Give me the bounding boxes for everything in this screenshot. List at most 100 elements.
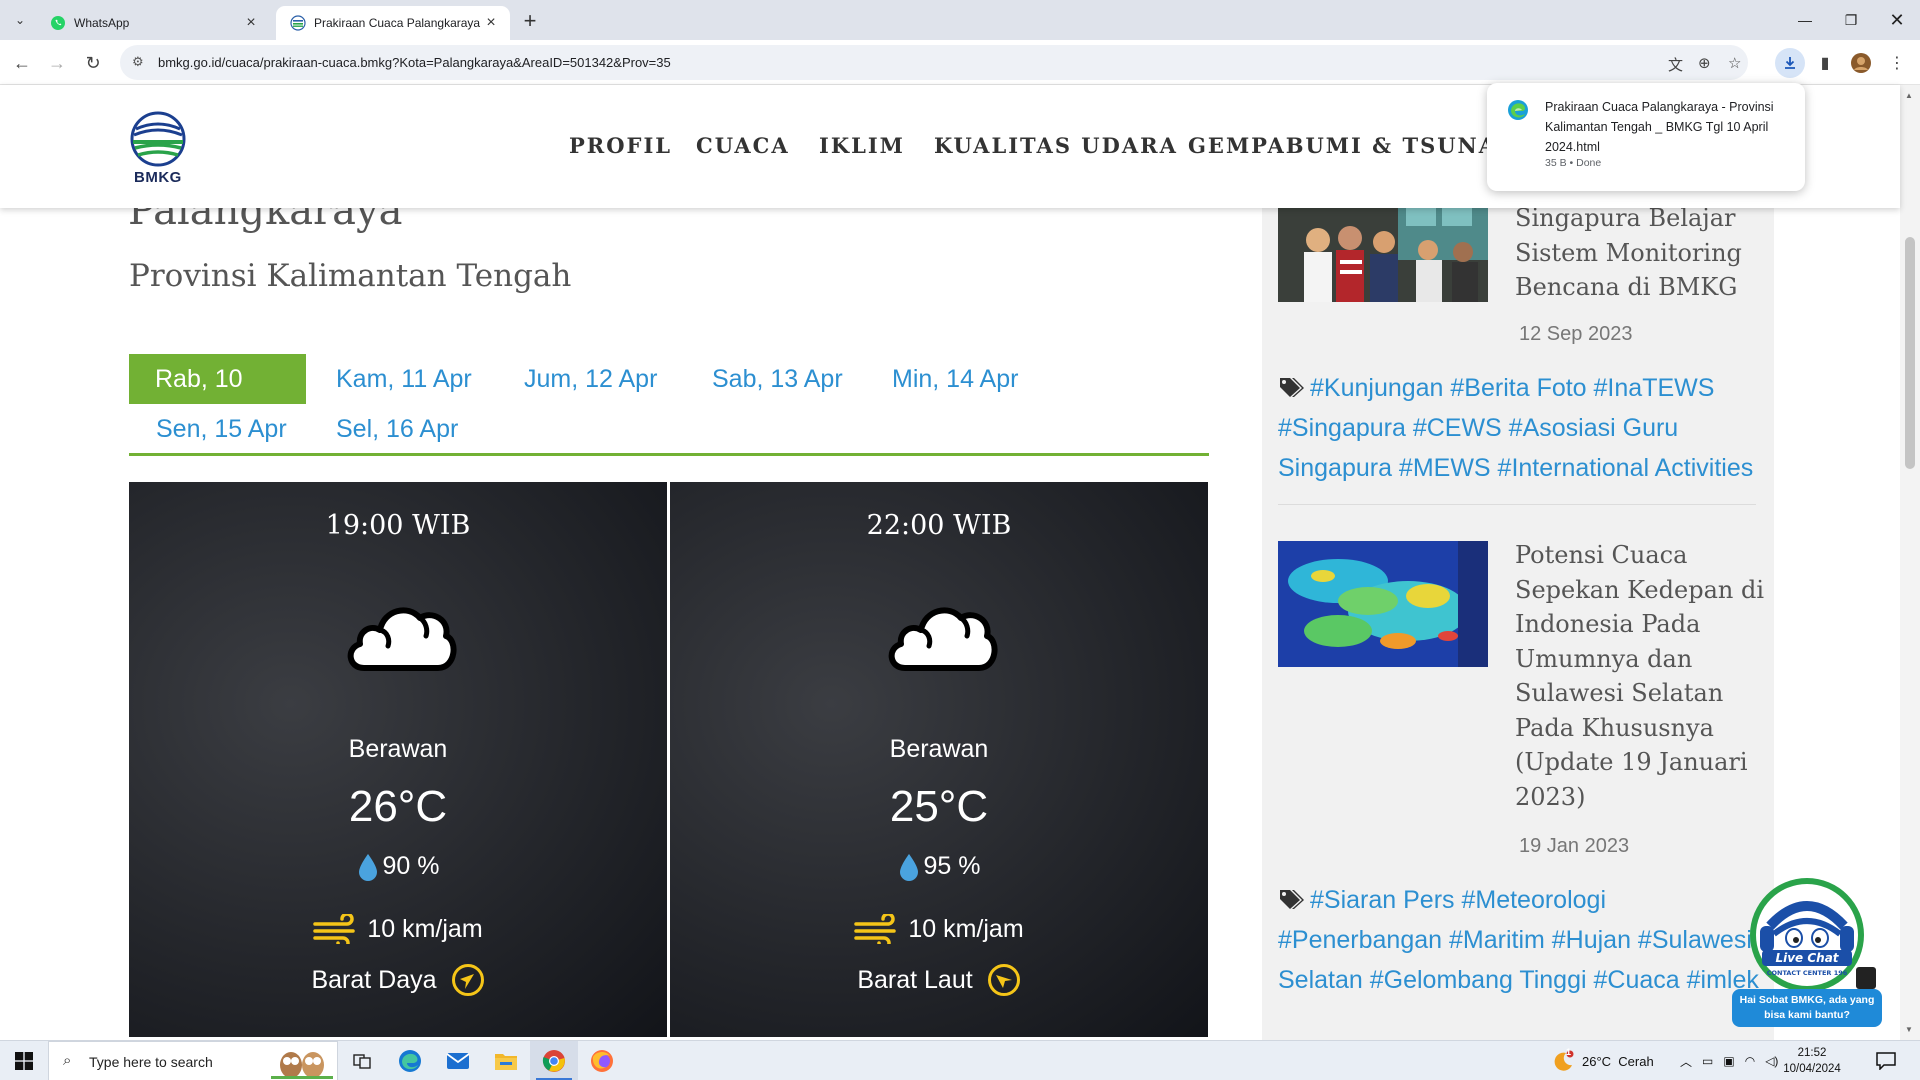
sidebar: Singapura Belajar Sistem Monitoring Benc… — [1262, 200, 1774, 1040]
live-chat-bubble[interactable]: Hai Sobat BMKG, ada yang bisa kami bantu… — [1732, 989, 1882, 1027]
chrome-app-icon[interactable] — [530, 1041, 578, 1080]
weather-text: 26°C Cerah — [1582, 1053, 1654, 1069]
nav-profil[interactable]: PROFIL — [569, 133, 672, 158]
zoom-icon[interactable]: ⊕ — [1698, 54, 1711, 72]
download-icon[interactable] — [1775, 48, 1805, 78]
translate-icon[interactable]: 文 — [1668, 54, 1683, 75]
profile-avatar[interactable] — [1846, 48, 1876, 78]
compass-arrow-icon — [987, 964, 1020, 996]
day-tab-sel-16-apr[interactable]: Sel, 16 Apr — [310, 404, 484, 454]
minimize-icon[interactable]: — — [1782, 0, 1828, 40]
forecast-temperature: 25°C — [889, 782, 989, 831]
day-tab-min-14-apr[interactable]: Min, 14 Apr — [866, 354, 1044, 404]
live-chat-widget[interactable]: Live Chat CONTACT CENTER 196 Hai Sobat B… — [1732, 876, 1882, 1028]
bookmark-star-icon[interactable]: ☆ — [1728, 54, 1741, 72]
taskbar-clock[interactable]: 21:52 10/04/2024 — [1774, 1045, 1850, 1077]
tags-icon — [1280, 378, 1304, 397]
live-chat-sub: CONTACT CENTER 196 — [1767, 969, 1848, 977]
tab-whatsapp[interactable]: WhatsApp × — [36, 6, 270, 40]
live-chat-close-button[interactable] — [1856, 967, 1876, 989]
bmkg-favicon-icon — [290, 15, 306, 31]
page-scrollbar[interactable]: ▲ ▼ — [1900, 85, 1920, 1040]
article-tags-text[interactable]: #Siaran Pers #Meteorologi #Penerbangan #… — [1278, 886, 1759, 994]
clock-date: 10/04/2024 — [1783, 1063, 1841, 1075]
nav-gempabumi-tsunami[interactable]: GEMPABUMI & TSUNAMI — [1188, 133, 1534, 158]
url-text[interactable]: bmkg.go.id/cuaca/prakiraan-cuaca.bmkg?Ko… — [158, 55, 671, 70]
live-chat-mascot-icon[interactable]: Live Chat CONTACT CENTER 196 — [1748, 876, 1866, 994]
wind-row: 10 km/jam — [670, 914, 1208, 944]
wind-speed: 10 km/jam — [367, 914, 483, 943]
tab-bmkg[interactable]: Prakiraan Cuaca Palangkaraya - × — [276, 6, 510, 40]
humidity-drop-icon — [358, 853, 377, 881]
scrollbar-thumb[interactable] — [1905, 237, 1915, 469]
nav-cuaca[interactable]: CUACA — [696, 133, 790, 158]
cloud-icon — [888, 607, 998, 671]
day-tab-jum-12-apr[interactable]: Jum, 12 Apr — [498, 354, 683, 404]
article-thumbnail[interactable] — [1278, 541, 1488, 667]
weather-alert-count: 1 — [1566, 1047, 1572, 1057]
tab-title: WhatsApp — [74, 16, 130, 30]
restore-icon[interactable]: ❐ — [1828, 0, 1874, 40]
edge-app-icon[interactable] — [386, 1041, 434, 1080]
whatsapp-icon — [50, 15, 66, 31]
nav-iklim[interactable]: IKLIM — [819, 133, 905, 158]
day-tab-rab-10-apr[interactable]: Rab, 10 Apr — [129, 354, 306, 443]
tabs-underline — [129, 453, 1209, 456]
humidity-value: 90 % — [382, 852, 440, 880]
province-subtitle: Provinsi Kalimantan Tengah — [129, 258, 572, 294]
day-tab-sab-13-apr[interactable]: Sab, 13 Apr — [686, 354, 869, 404]
browser-menu-icon[interactable]: ⋮ — [1882, 48, 1912, 78]
bmkg-logo[interactable] — [130, 111, 186, 171]
reload-icon[interactable]: ↻ — [78, 48, 108, 78]
file-explorer-icon[interactable] — [482, 1041, 530, 1080]
article-tags-text[interactable]: #Kunjungan #Berita Foto #InaTEWS #Singap… — [1278, 374, 1753, 482]
new-tab-button[interactable]: + — [516, 8, 544, 36]
side-panel-icon[interactable]: ▮ — [1810, 48, 1840, 78]
close-window-icon[interactable]: ✕ — [1874, 0, 1920, 40]
network-icon[interactable]: ▭ — [1702, 1054, 1713, 1068]
wind-icon — [854, 914, 897, 944]
nav-kualitas-udara[interactable]: KUALITAS UDARA — [934, 133, 1178, 158]
notification-center-icon[interactable] — [1876, 1041, 1896, 1080]
live-chat-label: Live Chat — [1775, 951, 1839, 965]
edge-file-icon — [1508, 100, 1528, 120]
article-thumbnail[interactable] — [1278, 200, 1488, 302]
tray-overflow-icon[interactable]: ︿ — [1680, 1053, 1692, 1070]
article-date: 19 Jan 2023 — [1519, 835, 1630, 857]
download-filename[interactable]: Prakiraan Cuaca Palangkaraya - Provinsi … — [1545, 97, 1785, 157]
article-date: 12 Sep 2023 — [1519, 323, 1633, 345]
wifi-icon[interactable]: ◠ — [1745, 1054, 1755, 1068]
task-view-icon[interactable] — [338, 1041, 386, 1080]
taskbar-search[interactable]: ⌕ Type here to search — [48, 1041, 338, 1080]
tab-search-button[interactable]: ⌄ — [8, 8, 32, 32]
day-tab-kam-11-apr[interactable]: Kam, 11 Apr — [310, 354, 498, 404]
wind-direction-row: Barat Laut — [670, 963, 1208, 997]
mail-app-icon[interactable] — [434, 1041, 482, 1080]
weather-widget[interactable]: 1 26°C Cerah — [1552, 1041, 1654, 1080]
forecast-condition: Berawan — [348, 735, 448, 763]
forecast-time: 22:00 WIB — [866, 510, 1012, 541]
close-tab-icon[interactable]: × — [482, 14, 500, 32]
humidity-row: 95 % — [670, 852, 1208, 881]
forecast-condition: Berawan — [889, 735, 989, 763]
firefox-app-icon[interactable] — [578, 1041, 626, 1080]
day-tab-sen-15-apr[interactable]: Sen, 15 Apr — [130, 404, 313, 454]
article-title-text[interactable]: Potensi Cuaca Sepekan Kedepan di Indones… — [1515, 538, 1765, 814]
back-icon[interactable]: ← — [7, 48, 37, 78]
tags-icon — [1280, 890, 1304, 909]
close-tab-icon[interactable]: × — [242, 14, 260, 32]
download-bubble[interactable]: Prakiraan Cuaca Palangkaraya - Provinsi … — [1487, 83, 1805, 191]
scroll-up-icon[interactable]: ▲ — [1905, 91, 1913, 100]
cloud-icon — [347, 607, 457, 671]
address-bar[interactable]: ⚙ bmkg.go.id/cuaca/prakiraan-cuaca.bmkg?… — [120, 45, 1748, 80]
wind-direction-row: Barat Daya — [129, 963, 667, 997]
clock-time: 21:52 — [1797, 1047, 1827, 1059]
display-icon[interactable]: ▣ — [1723, 1054, 1734, 1068]
windows-start-icon[interactable] — [0, 1041, 48, 1080]
forward-icon[interactable]: → — [42, 48, 72, 78]
wind-icon — [313, 914, 356, 944]
scroll-down-icon[interactable]: ▼ — [1905, 1025, 1913, 1034]
browser-toolbar: ← → ↻ ⚙ bmkg.go.id/cuaca/prakiraan-cuaca… — [0, 40, 1920, 85]
article-title-text[interactable]: Singapura Belajar Sistem Monitoring Benc… — [1515, 201, 1765, 305]
site-info-icon[interactable]: ⚙ — [132, 54, 144, 70]
